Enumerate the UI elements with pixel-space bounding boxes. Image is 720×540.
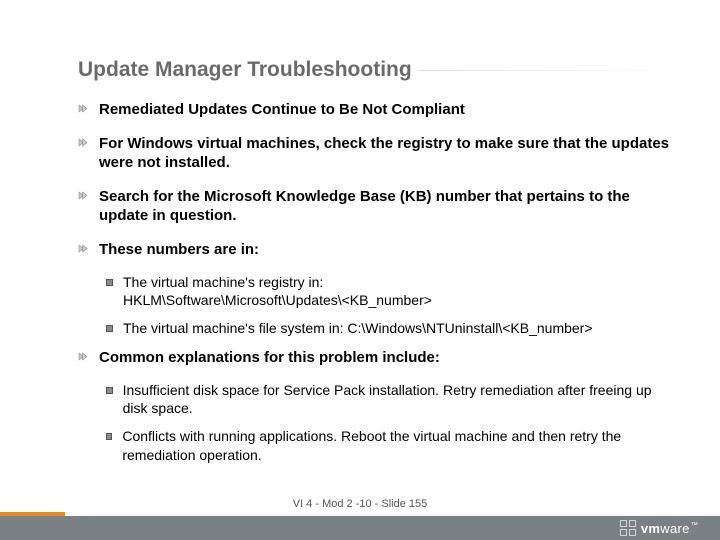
list-item: Conflicts with running applications. Reb… xyxy=(106,427,680,463)
list-item: Search for the Microsoft Knowledge Base … xyxy=(78,187,680,226)
square-icon xyxy=(106,387,113,394)
footer-label: VI 4 - Mod 2 -10 - Slide 155 xyxy=(0,498,720,510)
list-item: These numbers are in: xyxy=(78,240,680,260)
bullet-list: Remediated Updates Continue to Be Not Co… xyxy=(78,100,680,464)
square-icon xyxy=(106,433,112,440)
chevron-icon xyxy=(78,244,89,260)
list-item: Common explanations for this problem inc… xyxy=(78,348,680,368)
square-icon xyxy=(106,325,113,332)
slide-title: Update Manager Troubleshooting xyxy=(78,58,418,82)
title-divider xyxy=(418,70,680,71)
bullet-line: HKLM\Software\Microsoft\Updates\<KB_numb… xyxy=(123,291,432,309)
footer-page-number: 155 xyxy=(409,498,427,510)
vmware-logo: vmware™ xyxy=(620,519,698,537)
chevron-icon xyxy=(78,104,89,120)
bullet-text: Conflicts with running applications. Reb… xyxy=(122,427,680,463)
logo-ware: ware xyxy=(660,521,689,536)
bullet-line: The virtual machine's registry in: xyxy=(123,273,432,291)
chevron-icon xyxy=(78,352,89,368)
bullet-text: Common explanations for this problem inc… xyxy=(99,348,440,368)
bullet-text: These numbers are in: xyxy=(99,240,259,260)
chevron-icon xyxy=(78,138,89,173)
list-item: Remediated Updates Continue to Be Not Co… xyxy=(78,100,680,120)
bullet-text: Insufficient disk space for Service Pack… xyxy=(123,381,680,417)
logo-text: vmware™ xyxy=(641,521,698,536)
slide: Update Manager Troubleshooting Remediate… xyxy=(0,0,720,540)
footer-module-text: VI 4 - Mod 2 -10 - Slide xyxy=(293,498,406,510)
bullet-text: Search for the Microsoft Knowledge Base … xyxy=(99,187,680,226)
chevron-icon xyxy=(78,191,89,226)
list-item: Insufficient disk space for Service Pack… xyxy=(106,381,680,417)
title-row: Update Manager Troubleshooting xyxy=(78,58,680,82)
list-item: The virtual machine's registry in: HKLM\… xyxy=(106,273,680,309)
trademark-icon: ™ xyxy=(691,522,698,529)
footer: VI 4 - Mod 2 -10 - Slide 155 vmware™ xyxy=(0,504,720,540)
square-icon xyxy=(106,279,113,286)
bullet-text: Remediated Updates Continue to Be Not Co… xyxy=(99,100,465,120)
content-area: Update Manager Troubleshooting Remediate… xyxy=(78,58,680,474)
list-item: For Windows virtual machines, check the … xyxy=(78,134,680,173)
bullet-text: The virtual machine's registry in: HKLM\… xyxy=(123,273,432,309)
logo-mark-icon xyxy=(620,520,636,536)
logo-vm: vm xyxy=(641,521,660,536)
footer-bar: vmware™ xyxy=(0,516,720,540)
bullet-text: The virtual machine's file system in: C:… xyxy=(123,319,593,337)
list-item: The virtual machine's file system in: C:… xyxy=(106,319,680,337)
bullet-text: For Windows virtual machines, check the … xyxy=(99,134,680,173)
